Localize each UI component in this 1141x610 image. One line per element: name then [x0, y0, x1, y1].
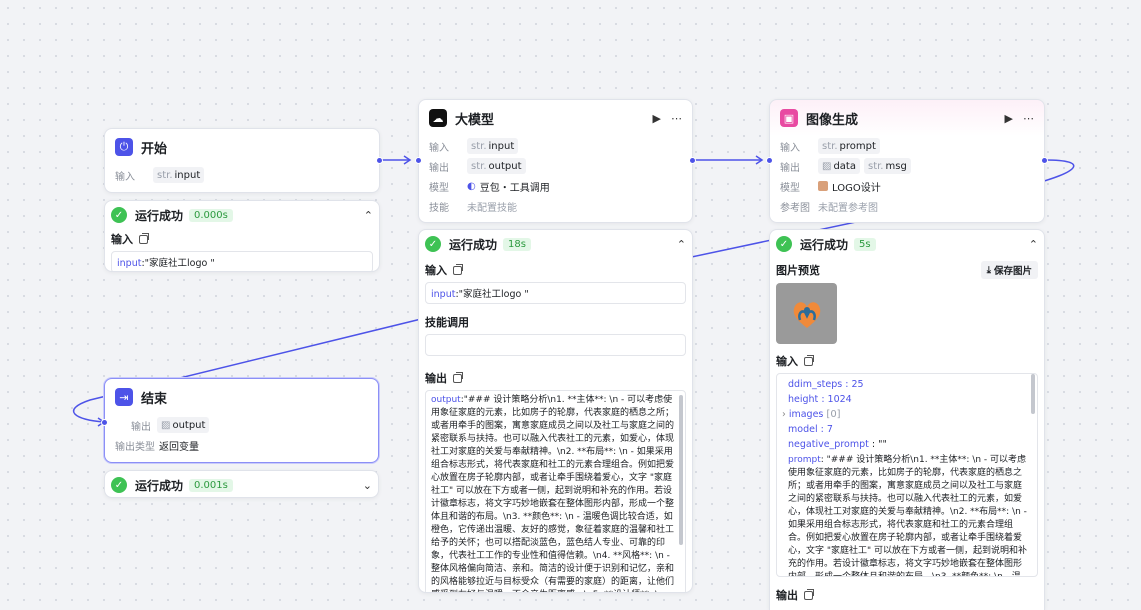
- copy-icon[interactable]: [804, 354, 814, 366]
- output-var-tag: ▨ output: [157, 417, 210, 433]
- llm-node-header: ☁ 大模型 ▶ ⋯: [419, 100, 692, 136]
- start-node-title: 开始: [141, 141, 168, 157]
- field-ddim-steps: ddim_steps : 25: [788, 379, 864, 390]
- model-logo-icon: ☁: [429, 109, 447, 127]
- image-node-header: ▣ 图像生成 ▶ ⋯: [770, 100, 1044, 136]
- copy-icon[interactable]: [453, 371, 463, 383]
- skill-value-box: [425, 334, 686, 356]
- preview-wrap: [770, 280, 1044, 347]
- run-status: 运行成功: [135, 208, 184, 223]
- end-node-header: ⇥ 结束: [105, 379, 378, 415]
- input-var-tag: str. input: [467, 138, 519, 154]
- image-result-header[interactable]: ✓ 运行成功 5s ⌃: [770, 230, 1044, 258]
- chevron-up-icon[interactable]: ⌃: [1029, 238, 1038, 251]
- chevron-down-icon[interactable]: ⌄: [363, 479, 372, 492]
- input-var-tag: str. input: [153, 167, 205, 183]
- start-result-header[interactable]: ✓ 运行成功 0.000s ⌃: [105, 201, 379, 229]
- success-check-icon: ✓: [111, 207, 127, 223]
- input-section-title: 输入: [419, 260, 692, 280]
- generated-image-thumbnail[interactable]: [776, 283, 837, 344]
- chevron-up-icon[interactable]: ⌃: [677, 238, 686, 251]
- play-icon[interactable]: ▶: [1005, 112, 1013, 125]
- output-var-tag: str. output: [467, 158, 526, 174]
- download-icon: ⤓: [986, 264, 991, 276]
- input-value-box: input:"家庭社工logo ": [425, 282, 686, 304]
- end-node[interactable]: ⇥ 结束 输出 ▨ output 输出类型 返回变量: [101, 378, 379, 463]
- success-check-icon: ✓: [425, 236, 441, 252]
- workflow-canvas[interactable]: ⏻ 开始 输入 str. input ✓ 运行成功 0.000s ⌃ 输入 inp…: [0, 0, 1141, 610]
- input-var-tag: str. prompt: [818, 138, 880, 154]
- llm-input-port[interactable]: [415, 157, 422, 164]
- field-model: model : 7: [788, 424, 833, 435]
- field-height: height : 1024: [788, 394, 852, 405]
- start-node[interactable]: ⏻ 开始 输入 str. input: [104, 128, 383, 193]
- input-section-title: 输入: [770, 351, 1044, 371]
- output-var-tag-msg: str. msg: [863, 158, 911, 174]
- image-input-box: ddim_steps : 25 height : 1024 › images […: [776, 373, 1038, 577]
- copy-icon[interactable]: [804, 588, 814, 600]
- image-input-port[interactable]: [766, 157, 773, 164]
- input-section-title: 输入: [105, 229, 379, 249]
- copy-icon[interactable]: [453, 263, 463, 275]
- end-input-port[interactable]: [101, 419, 108, 426]
- llm-model-row: 模型 ◐ 豆包・工具调用: [429, 180, 550, 194]
- family-heart-logo: [793, 301, 820, 328]
- start-input-row: 输入 str. input: [105, 165, 379, 185]
- input-value-box: input:"家庭社工logo ": [111, 251, 373, 271]
- image-result-panel: ✓ 运行成功 5s ⌃ 图片预览 ⤓ 保存图片 输入 ddim_steps : 2…: [769, 229, 1045, 610]
- scrollbar[interactable]: [1031, 374, 1035, 414]
- image-icon: ▣: [780, 109, 798, 127]
- image-ref-row: 参考图 未配置参考图: [780, 202, 878, 214]
- run-time-badge: 0.000s: [189, 208, 233, 222]
- image-input-row: 输入 str. prompt: [770, 136, 1044, 156]
- copy-icon[interactable]: [139, 232, 149, 244]
- image-output-port[interactable]: [1041, 157, 1048, 164]
- chevron-up-icon[interactable]: ⌃: [364, 209, 373, 222]
- more-icon[interactable]: ⋯: [671, 112, 682, 125]
- model-name: 豆包・工具调用: [479, 182, 550, 194]
- success-check-icon: ✓: [776, 236, 792, 252]
- doubao-icon: ◐: [467, 180, 476, 192]
- field-negative-prompt: negative_prompt : "": [788, 439, 887, 450]
- llm-result-panel: ✓ 运行成功 18s ⌃ 输入 input:"家庭社工logo " 技能调用 输…: [418, 229, 693, 593]
- start-icon: ⏻: [115, 138, 133, 156]
- model-thumb-icon: [818, 181, 828, 191]
- image-type-icon: ▨: [161, 419, 171, 431]
- skill-section-title: 技能调用: [425, 316, 469, 329]
- play-icon[interactable]: ▶: [653, 112, 661, 125]
- field-images[interactable]: › images [0]: [782, 407, 1027, 422]
- field-prompt: prompt: "### 设计策略分析\n1. **主体**: \n - 可以考…: [788, 455, 1027, 577]
- llm-skill-row: 技能 未配置技能: [429, 202, 517, 214]
- save-image-button[interactable]: ⤓ 保存图片: [980, 261, 1038, 279]
- end-result-header[interactable]: ✓ 运行成功 0.001s ⌄: [105, 471, 378, 497]
- end-output-row: 输出 ▨ output: [105, 415, 378, 435]
- start-result-panel: ✓ 运行成功 0.000s ⌃ 输入 input:"家庭社工logo ": [104, 200, 380, 272]
- llm-result-header[interactable]: ✓ 运行成功 18s ⌃: [419, 230, 692, 258]
- llm-node-title: 大模型: [455, 112, 495, 128]
- image-model-row: 模型 LOGO设计: [780, 181, 881, 194]
- input-label: 输入: [115, 171, 135, 183]
- end-result-panel: ✓ 运行成功 0.001s ⌄: [104, 470, 379, 498]
- llm-output-port[interactable]: [689, 157, 696, 164]
- end-type-row: 输出类型 返回变量: [115, 441, 199, 453]
- start-output-port[interactable]: [376, 157, 383, 164]
- end-icon: ⇥: [115, 388, 133, 406]
- image-output-row: 输出 ▨ data str. msg: [770, 156, 1044, 176]
- start-node-header: ⏻ 开始: [105, 129, 379, 165]
- output-section-title: 输出: [419, 368, 692, 388]
- image-gen-node[interactable]: ▣ 图像生成 ▶ ⋯ 输入 str. prompt 输出 ▨ data str. msg…: [766, 99, 1048, 223]
- scrollbar[interactable]: [679, 395, 683, 545]
- output-value-box: output:"### 设计策略分析\n1. **主体**: \n - 可以考虑…: [425, 390, 686, 592]
- preview-section: 图片预览 ⤓ 保存图片: [770, 260, 1044, 280]
- image-type-icon: ▨: [822, 160, 832, 172]
- llm-output-row: 输出 str. output: [419, 156, 692, 176]
- output-section-title: 输出: [770, 585, 1044, 605]
- success-check-icon: ✓: [111, 477, 127, 493]
- chevron-right-icon: ›: [782, 409, 786, 420]
- output-var-tag-data: ▨ data: [818, 158, 860, 174]
- llm-node[interactable]: ☁ 大模型 ▶ ⋯ 输入 str. input 输出 str. output 模型 ◐…: [415, 99, 696, 223]
- llm-input-row: 输入 str. input: [419, 136, 692, 156]
- more-icon[interactable]: ⋯: [1023, 112, 1034, 125]
